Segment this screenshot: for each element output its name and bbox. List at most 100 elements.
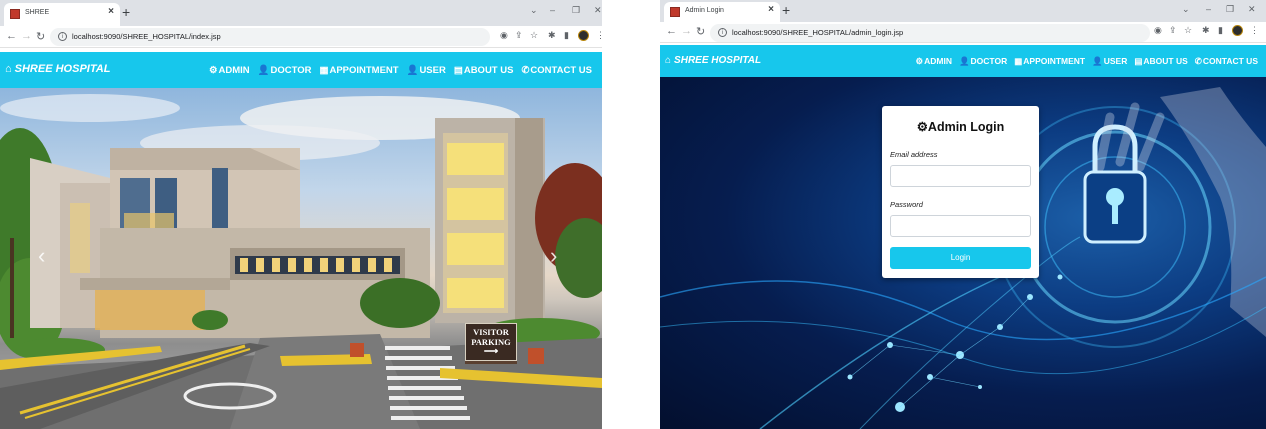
nav-label: USER: [419, 64, 446, 76]
nav-about-us[interactable]: ▤ ABOUT US: [1134, 56, 1187, 67]
side-panel-icon[interactable]: ▮: [1218, 25, 1223, 36]
menu-dots-icon[interactable]: ⋮: [1250, 25, 1259, 36]
email-field[interactable]: [890, 165, 1031, 187]
share-icon[interactable]: ⇪: [515, 30, 523, 41]
browser-toolbar: ← → ↻ i localhost:9090/SHREE_HOSPITAL/ad…: [660, 22, 1266, 43]
back-icon[interactable]: ←: [6, 30, 17, 42]
forward-icon[interactable]: →: [21, 30, 32, 42]
minimize-icon[interactable]: –: [550, 5, 555, 15]
hero-carousel: ‹ › VISITOR PARKING ⟶: [0, 88, 602, 429]
password-label: Password: [890, 200, 923, 209]
extensions-icon[interactable]: ✱: [548, 30, 556, 41]
share-icon[interactable]: ⇪: [1169, 25, 1177, 36]
browser-window-admin-login: Admin Login × + ⌄ – ❐ ✕ ← → ↻ i localhos…: [660, 0, 1266, 429]
phone-icon: ✆: [521, 64, 530, 76]
nav-doctor[interactable]: 👤 DOCTOR: [959, 56, 1007, 67]
forward-icon[interactable]: →: [681, 25, 692, 37]
nav-label: APPOINTMENT: [1023, 56, 1086, 66]
tab-strip: SHREE × + ⌄ – ❐ ✕: [0, 0, 602, 26]
home-icon: ⌂: [5, 63, 12, 75]
nav-menu: ⚙ ADMIN 👤 DOCTOR ▦ APPOINTMENT 👤 USER ▤ ABOUT…: [915, 45, 1258, 77]
gears-icon: ⚙: [208, 64, 218, 76]
tab-strip: Admin Login × + ⌄ – ❐ ✕: [660, 0, 1266, 22]
address-bar[interactable]: i localhost:9090/SHREE_HOSPITAL/admin_lo…: [710, 24, 1150, 42]
nav-user[interactable]: 👤 USER: [407, 65, 446, 76]
calendar-icon: ▦: [1014, 55, 1023, 66]
user-icon: 👤: [1092, 55, 1103, 66]
gears-icon: ⚙: [916, 120, 928, 134]
sign-text-line1: VISITOR: [473, 327, 509, 337]
visitor-parking-sign: VISITOR PARKING ⟶: [465, 323, 517, 361]
brand-text: SHREE HOSPITAL: [14, 63, 111, 75]
phone-icon: ✆: [1194, 55, 1202, 66]
close-window-icon[interactable]: ✕: [1248, 4, 1256, 15]
nav-doctor[interactable]: 👤 DOCTOR: [258, 65, 312, 76]
info-icon[interactable]: i: [718, 28, 727, 37]
close-window-icon[interactable]: ✕: [594, 5, 602, 16]
lens-icon[interactable]: ◉: [1154, 25, 1162, 36]
hospital-photo: [0, 94, 602, 429]
nav-label: DOCTOR: [970, 56, 1008, 66]
profile-avatar[interactable]: [578, 30, 589, 41]
nav-appointment[interactable]: ▦ APPOINTMENT: [1014, 56, 1085, 67]
nav-menu: ⚙ ADMIN 👤 DOCTOR ▦ APPOINTMENT 👤 USER ▤ ABOUT…: [209, 52, 592, 88]
browser-window-home: SHREE × + ⌄ – ❐ ✕ ← → ↻ i localhost:9090…: [0, 0, 602, 429]
nav-label: ABOUT US: [463, 64, 514, 76]
brand-link[interactable]: ⌂ SHREE HOSPITAL: [665, 55, 761, 66]
id-card-icon: ▤: [1134, 55, 1143, 66]
nav-label: USER: [1103, 56, 1128, 66]
menu-dots-icon[interactable]: ⋮: [596, 30, 602, 41]
nav-about-us[interactable]: ▤ ABOUT US: [454, 65, 514, 76]
site-navbar: ⌂ SHREE HOSPITAL ⚙ ADMIN 👤 DOCTOR ▦ APPOINTM…: [660, 45, 1266, 77]
side-panel-icon[interactable]: ▮: [564, 30, 569, 41]
maximize-icon[interactable]: ❐: [572, 5, 580, 16]
nav-appointment[interactable]: ▦ APPOINTMENT: [319, 65, 398, 76]
nav-contact-us[interactable]: ✆ CONTACT US: [521, 65, 592, 76]
cyber-security-background: ⚙Admin Login Email address Password Logi…: [660, 77, 1266, 429]
info-icon[interactable]: i: [58, 32, 67, 41]
profile-avatar[interactable]: [1232, 25, 1243, 36]
gears-icon: ⚙: [915, 55, 924, 66]
maximize-icon[interactable]: ❐: [1226, 4, 1234, 15]
bookmark-star-icon[interactable]: ☆: [1184, 25, 1192, 36]
reload-icon[interactable]: ↻: [696, 25, 705, 38]
close-tab-icon[interactable]: ×: [768, 4, 774, 15]
carousel-next-icon[interactable]: ›: [550, 243, 557, 269]
reload-icon[interactable]: ↻: [36, 30, 45, 43]
nav-label: DOCTOR: [270, 64, 312, 76]
site-navbar: ⌂ SHREE HOSPITAL ⚙ ADMIN 👤 DOCTOR ▦ APPOINTM…: [0, 52, 602, 88]
browser-tab[interactable]: SHREE ×: [4, 3, 120, 26]
bookmark-star-icon[interactable]: ☆: [530, 30, 538, 41]
nav-admin[interactable]: ⚙ ADMIN: [915, 56, 951, 67]
login-button[interactable]: Login: [890, 247, 1031, 269]
nav-contact-us[interactable]: ✆ CONTACT US: [1195, 56, 1258, 67]
arrow-right-icon: ⟶: [483, 346, 499, 357]
user-icon: 👤: [257, 64, 270, 76]
back-icon[interactable]: ←: [666, 25, 677, 37]
tab-search-icon[interactable]: ⌄: [1182, 4, 1190, 15]
calendar-icon: ▦: [319, 64, 329, 76]
minimize-icon[interactable]: –: [1206, 4, 1211, 14]
url-text: localhost:9090/SHREE_HOSPITAL/index.jsp: [72, 32, 221, 41]
new-tab-icon[interactable]: +: [782, 2, 790, 18]
brand-text: SHREE HOSPITAL: [674, 55, 762, 66]
carousel-prev-icon[interactable]: ‹: [38, 243, 45, 269]
nav-label: APPOINTMENT: [329, 64, 399, 76]
lens-icon[interactable]: ◉: [500, 30, 508, 41]
admin-login-card: ⚙Admin Login Email address Password Logi…: [882, 106, 1039, 278]
login-title-text: Admin Login: [927, 120, 1005, 134]
address-bar[interactable]: i localhost:9090/SHREE_HOSPITAL/index.js…: [50, 28, 490, 46]
nav-label: CONTACT US: [1202, 56, 1258, 66]
brand-link[interactable]: ⌂ SHREE HOSPITAL: [5, 63, 110, 75]
nav-user[interactable]: 👤 USER: [1092, 56, 1127, 67]
tab-title: SHREE: [25, 9, 50, 16]
password-field[interactable]: [890, 215, 1031, 237]
nav-label: CONTACT US: [530, 64, 592, 76]
new-tab-icon[interactable]: +: [122, 4, 130, 20]
tab-search-icon[interactable]: ⌄: [530, 5, 538, 16]
browser-tab[interactable]: Admin Login ×: [664, 2, 780, 22]
nav-admin[interactable]: ⚙ ADMIN: [209, 65, 250, 76]
close-tab-icon[interactable]: ×: [108, 6, 114, 17]
extensions-icon[interactable]: ✱: [1202, 25, 1210, 36]
user-icon: 👤: [406, 64, 419, 76]
